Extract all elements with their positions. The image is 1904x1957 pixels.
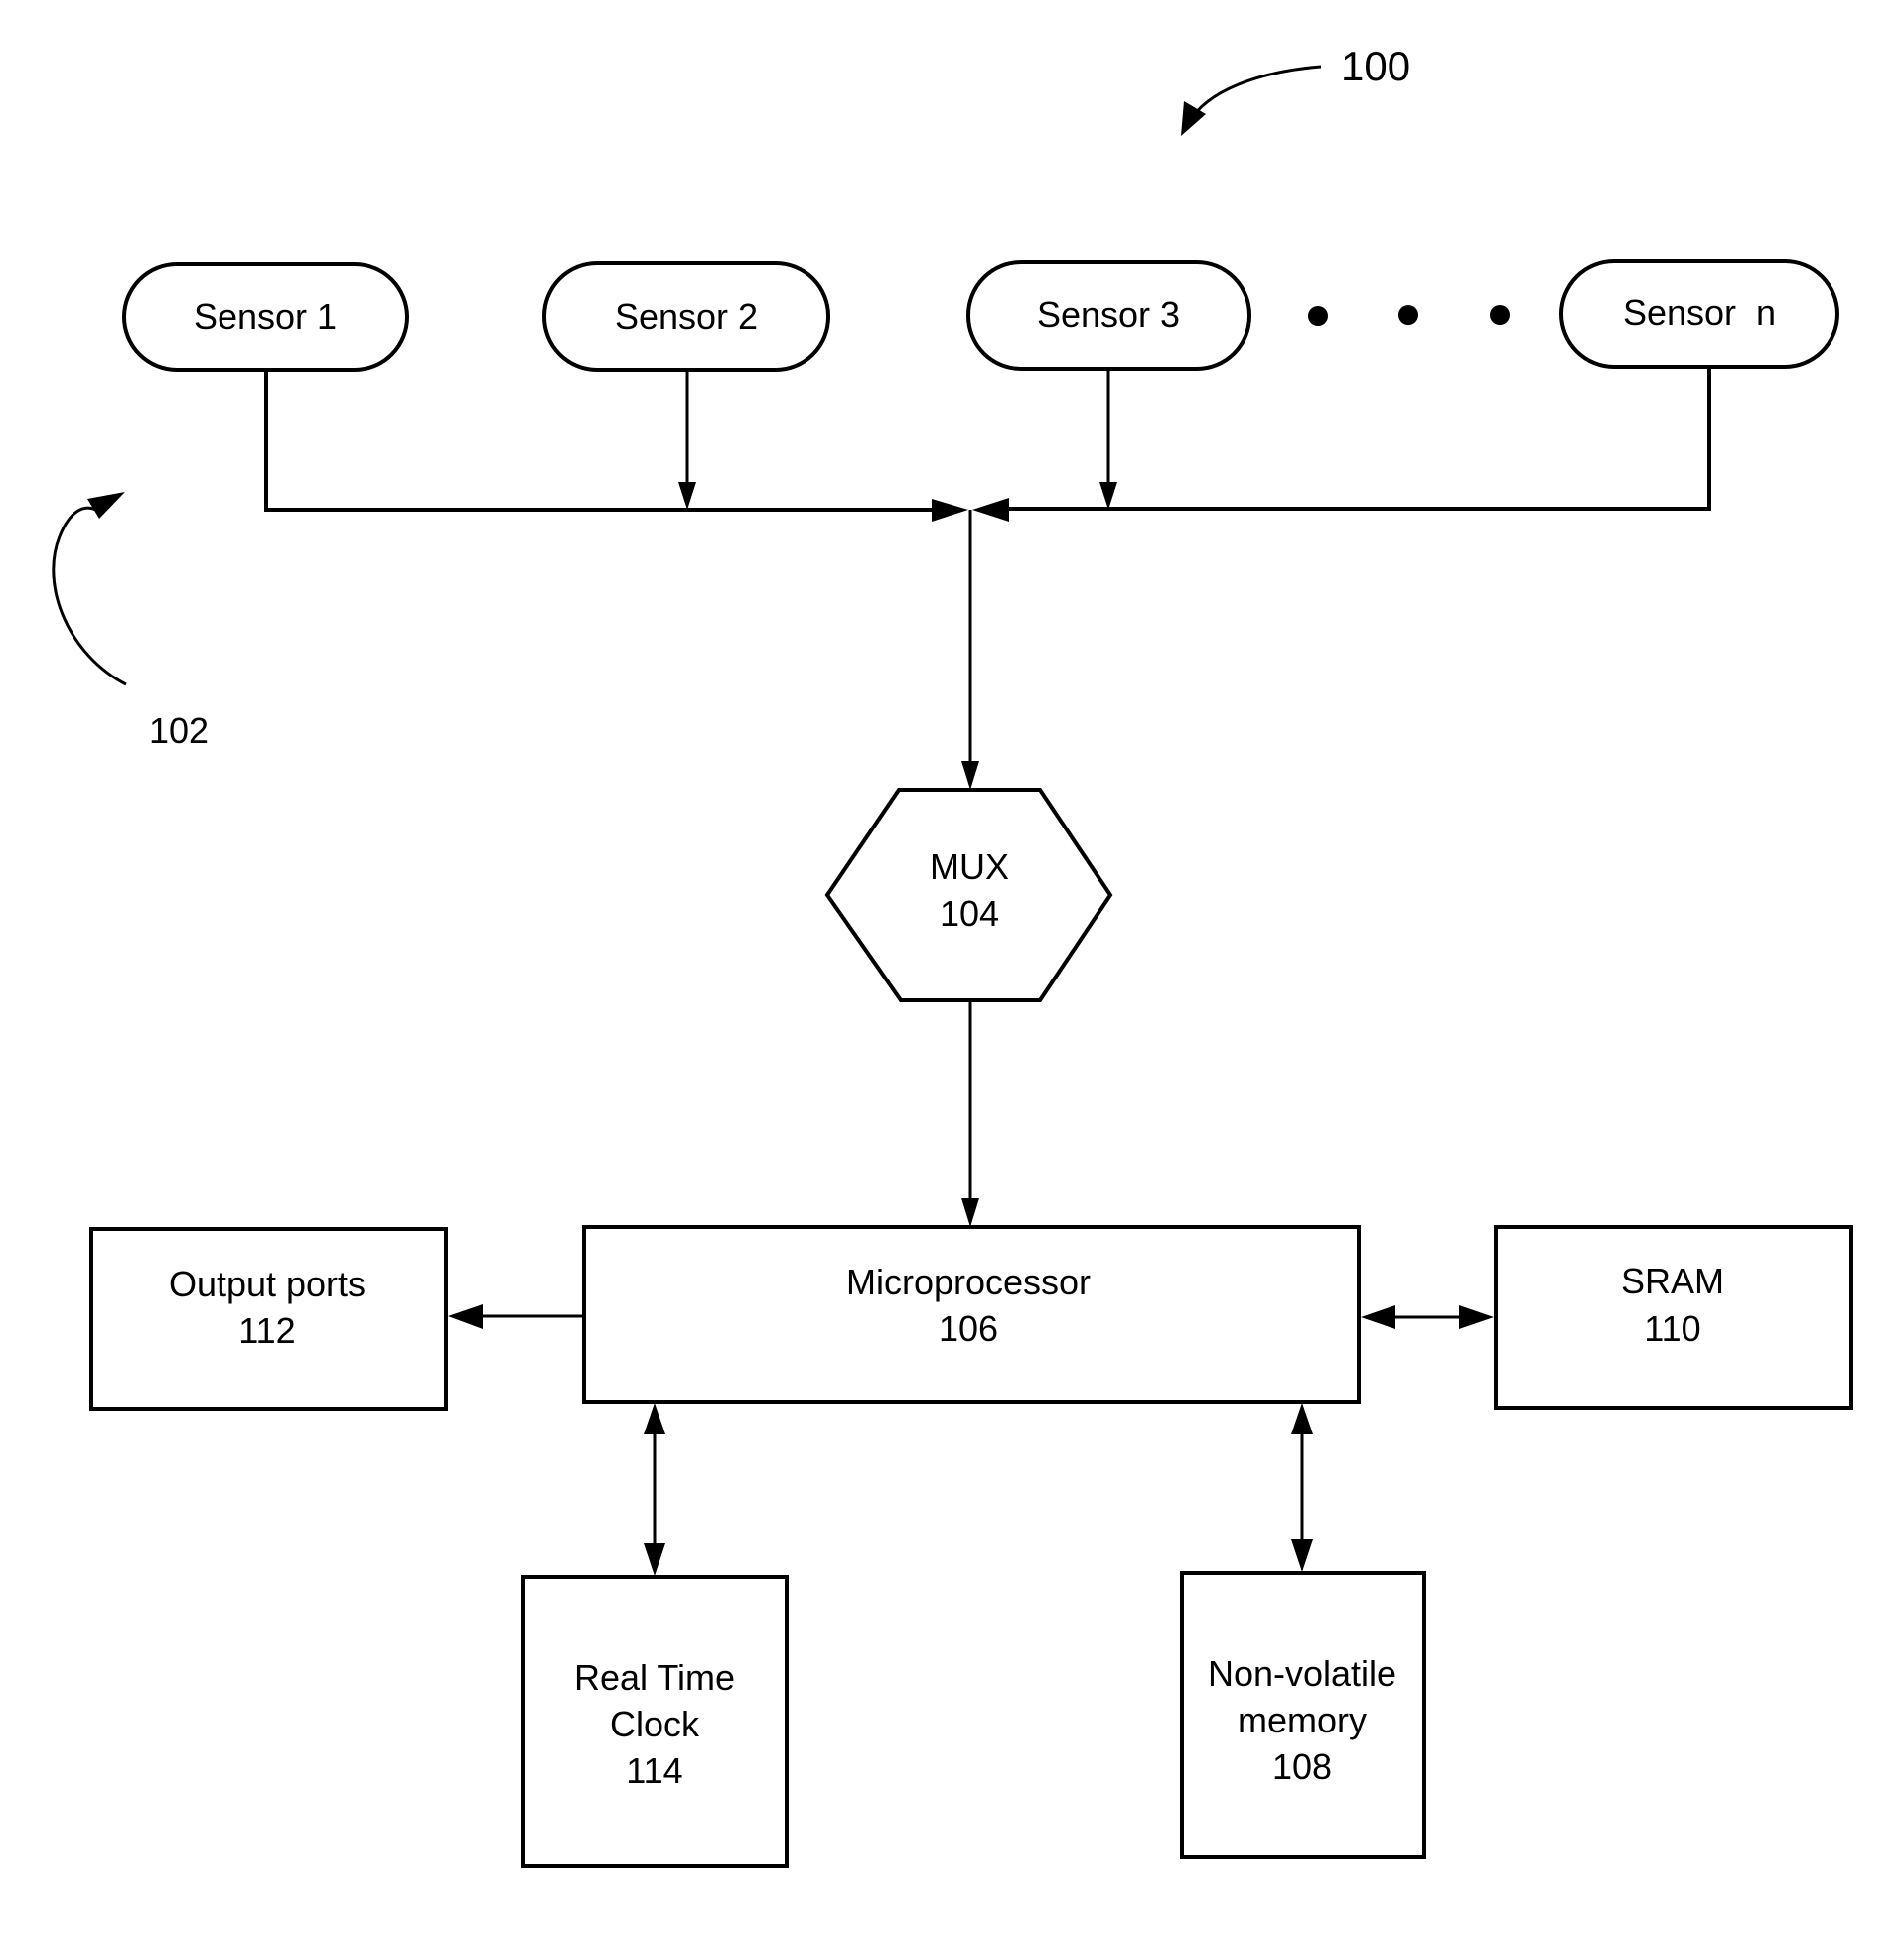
bus-right-arrowhead-icon: [972, 498, 1009, 522]
rtc-label-line2: Clock: [610, 1704, 700, 1744]
rtc-down-arrowhead-icon: [644, 1543, 665, 1576]
nvm-ref: 108: [1272, 1746, 1332, 1787]
mux: MUX 104: [824, 788, 1113, 1002]
mux-ref: 104: [940, 893, 999, 934]
reference-102-label: 102: [149, 710, 209, 751]
sram: SRAM 110: [1494, 1225, 1853, 1410]
bus-left-arrowhead-icon: [932, 499, 968, 522]
sensor-3: Sensor 3: [966, 260, 1251, 371]
sensor-n: Sensor n: [1559, 259, 1839, 369]
microprocessor-label: Microprocessor: [846, 1262, 1091, 1302]
microprocessor-input-arrowhead-icon: [961, 1198, 979, 1227]
rtc-up-arrowhead-icon: [644, 1403, 665, 1434]
sensor-2-arrowhead-icon: [678, 482, 696, 510]
microprocessor: Microprocessor 106: [582, 1225, 1361, 1404]
ellipsis-dot-icon: [1398, 305, 1418, 325]
nvm-label-line1: Non-volatile: [1208, 1653, 1396, 1694]
output-ports-ref: 112: [238, 1310, 295, 1351]
sensor-1-wire: [264, 370, 934, 512]
mux-label: MUX: [930, 846, 1009, 887]
nvm-label-line2: memory: [1238, 1700, 1367, 1740]
sensor-1: Sensor 1: [122, 262, 409, 372]
sensor-3-label: Sensor 3: [1037, 294, 1180, 335]
reference-100: 100: [1181, 43, 1410, 136]
block-diagram: 100 102 Sensor 1 Sensor 2 Sensor 3 Senso…: [52, 43, 1853, 1868]
output-ports-label: Output ports: [169, 1264, 366, 1304]
nvm-down-arrowhead-icon: [1291, 1539, 1313, 1572]
sram-right-arrowhead-icon: [1459, 1305, 1494, 1329]
reference-102-arrow-icon: [52, 506, 127, 686]
sram-ref: 110: [1644, 1308, 1700, 1349]
sensor-n-label: Sensor n: [1623, 292, 1776, 333]
ellipsis-dot-icon: [1308, 306, 1328, 326]
sensor-1-label: Sensor 1: [194, 296, 337, 337]
rtc-label-line1: Real Time: [574, 1657, 735, 1698]
microprocessor-ref: 106: [939, 1308, 998, 1349]
sensor-bus: [264, 367, 1711, 790]
ellipsis-dot-icon: [1490, 305, 1510, 325]
nvm-up-arrowhead-icon: [1291, 1403, 1313, 1434]
rtc-ref: 114: [626, 1750, 682, 1791]
sram-label: SRAM: [1621, 1261, 1724, 1301]
reference-102: 102: [52, 492, 209, 751]
output-ports-arrowhead-icon: [448, 1304, 483, 1329]
non-volatile-memory: Non-volatile memory 108: [1180, 1571, 1426, 1859]
sensor-2-label: Sensor 2: [615, 296, 758, 337]
ellipsis-dots: [1308, 305, 1510, 326]
reference-102-arrowhead-icon: [87, 492, 125, 519]
reference-100-arrow-icon: [1186, 65, 1322, 125]
sensor-3-arrowhead-icon: [1099, 482, 1117, 510]
mux-input-arrowhead-icon: [961, 761, 979, 790]
sram-left-arrowhead-icon: [1361, 1305, 1395, 1329]
output-ports: Output ports 112: [89, 1227, 448, 1411]
real-time-clock: Real Time Clock 114: [521, 1575, 789, 1868]
reference-100-label: 100: [1341, 43, 1410, 89]
sensor-2: Sensor 2: [542, 261, 830, 372]
